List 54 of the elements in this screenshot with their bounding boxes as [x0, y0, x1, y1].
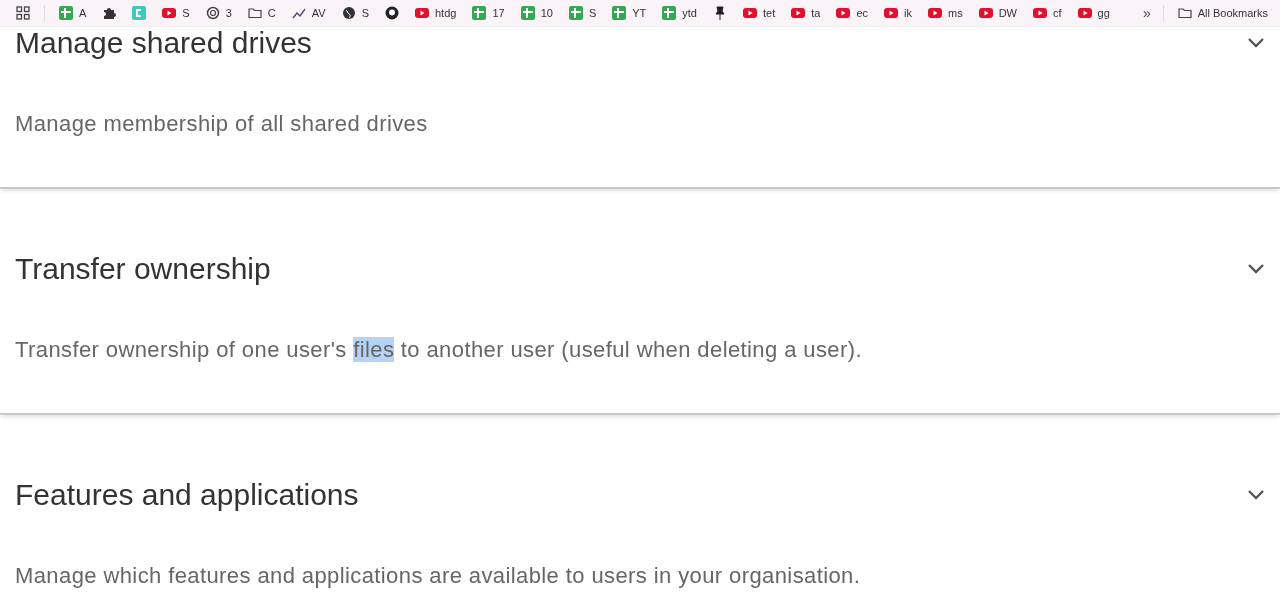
- more-bookmarks-button[interactable]: »: [1142, 5, 1151, 21]
- app-icon: [132, 6, 147, 20]
- trend-icon: [291, 6, 306, 20]
- folder-icon: [1177, 6, 1192, 20]
- bookmark-link[interactable]: 10: [540, 7, 553, 19]
- spreadsheet-icon: [472, 6, 487, 20]
- spreadsheet-icon: [662, 6, 677, 20]
- bookmark-link[interactable]: S: [361, 7, 369, 19]
- play-icon: [978, 6, 993, 20]
- bookmark-link[interactable]: 3: [225, 7, 232, 19]
- section-description: Manage which features and applications are available to users in your organisation.: [15, 562, 862, 590]
- spreadsheet-icon: [59, 6, 73, 20]
- play-icon: [414, 6, 429, 20]
- play-icon: [836, 6, 851, 20]
- spreadsheet-icon: [568, 6, 583, 20]
- bookmark-link[interactable]: YT: [632, 7, 647, 19]
- apps-grid-icon[interactable]: [16, 6, 30, 20]
- bookmark-link[interactable]: gg: [1097, 7, 1110, 19]
- spreadsheet-icon: [612, 6, 627, 20]
- all-bookmarks-link[interactable]: All Bookmarks: [1197, 7, 1268, 19]
- play-icon: [743, 6, 757, 20]
- play-icon: [791, 6, 806, 20]
- bookmark-link[interactable]: S: [588, 7, 597, 19]
- section-title[interactable]: Features and applications: [15, 477, 359, 513]
- bookmark-link[interactable]: tet: [763, 7, 776, 19]
- play-icon: [1077, 6, 1092, 20]
- bookmark-link[interactable]: S: [182, 7, 190, 19]
- bookmark-link[interactable]: htdg: [434, 7, 457, 19]
- section-title[interactable]: Manage shared drives: [15, 27, 312, 61]
- spreadsheet-icon: [520, 6, 535, 20]
- bookmark-link[interactable]: DW: [998, 7, 1017, 19]
- chevron-down-icon[interactable]: [1247, 37, 1265, 49]
- section-description: Transfer ownership of one user's files to another user (useful when deleting a user).: [15, 336, 863, 364]
- bookmark-link[interactable]: ms: [948, 7, 963, 19]
- play-icon: [928, 6, 942, 20]
- play-icon: [1033, 6, 1047, 20]
- bookmark-link[interactable]: ta: [811, 7, 821, 19]
- bookmark-link[interactable]: A: [79, 7, 87, 19]
- bookmark-link[interactable]: AV: [311, 7, 326, 19]
- bookmark-link[interactable]: 17: [492, 7, 505, 19]
- play-icon: [884, 6, 899, 20]
- pin-icon: [713, 6, 727, 20]
- chevron-down-icon[interactable]: [1247, 263, 1265, 275]
- chevron-down-icon[interactable]: [1247, 489, 1265, 501]
- folder-icon: [247, 6, 262, 20]
- bookmark-link[interactable]: C: [267, 7, 276, 19]
- section-title[interactable]: Transfer ownership: [15, 251, 271, 287]
- bookmark-link[interactable]: cf: [1053, 7, 1062, 19]
- bookmark-link[interactable]: ytd: [682, 7, 697, 19]
- bookmark-link[interactable]: ik: [904, 7, 912, 19]
- puzzle-icon: [102, 6, 117, 20]
- bookmark-link[interactable]: ec: [856, 7, 869, 19]
- section-description: Manage membership of all shared drives: [15, 110, 429, 138]
- play-icon: [162, 6, 177, 20]
